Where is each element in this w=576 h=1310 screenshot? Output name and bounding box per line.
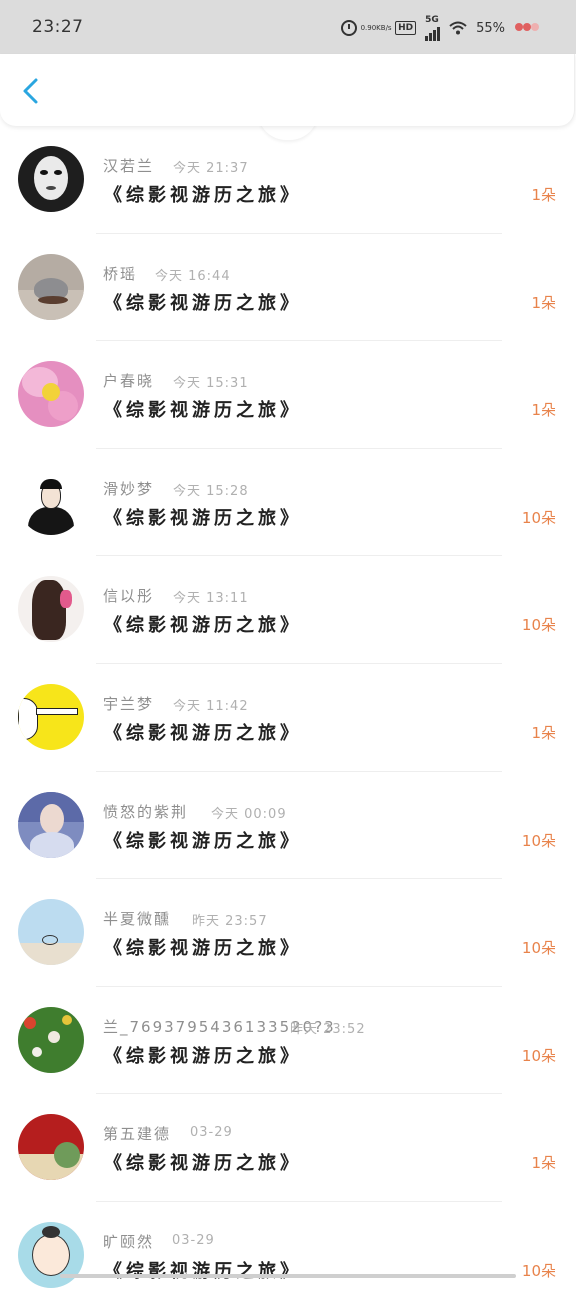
book-title[interactable]: 《综影视游历之旅》 xyxy=(104,396,302,422)
book-title[interactable]: 《综影视游历之旅》 xyxy=(104,1257,302,1283)
user-name: 旷颐然 xyxy=(103,1232,155,1251)
list-item[interactable]: 桥瑶 今天 16:44 《综影视游历之旅》 1朵 xyxy=(0,234,576,342)
avatar[interactable] xyxy=(18,468,84,535)
user-name: 户春晓 xyxy=(103,372,155,391)
item-time: 昨天 23:52 xyxy=(290,1021,366,1037)
item-time: 今天 13:11 xyxy=(173,591,249,607)
user-name: 桥瑶 xyxy=(103,264,138,283)
back-button[interactable] xyxy=(16,76,46,106)
avatar[interactable] xyxy=(18,683,84,750)
list-item[interactable]: 宇兰梦 今天 11:42 《综影视游历之旅》 1朵 xyxy=(0,664,576,772)
list-item[interactable]: 兰_7693795436133520?3 昨天 23:52 《综影视游历之旅》 … xyxy=(0,987,576,1095)
network-type: 5G xyxy=(425,14,439,25)
item-time: 今天 16:44 xyxy=(155,268,231,284)
book-title[interactable]: 《综影视游历之旅》 xyxy=(104,934,302,960)
signal-icon: 5G xyxy=(425,14,441,41)
alarm-icon xyxy=(341,20,358,36)
item-time: 昨天 23:57 xyxy=(192,914,268,930)
book-title[interactable]: 《综影视游历之旅》 xyxy=(104,1149,302,1175)
flower-count: 1朵 xyxy=(531,1154,556,1173)
battery-icon xyxy=(514,20,542,37)
user-name: 宇兰梦 xyxy=(103,694,155,713)
user-name: 滑妙梦 xyxy=(103,479,155,498)
book-title[interactable]: 《综影视游历之旅》 xyxy=(104,719,302,745)
net-speed-unit: KB/s xyxy=(376,24,392,32)
flower-count: 10朵 xyxy=(521,1261,556,1280)
wifi-icon xyxy=(449,21,467,35)
avatar[interactable] xyxy=(18,1114,84,1181)
top-nav xyxy=(0,54,575,126)
user-name: 愤怒的紫荆 xyxy=(103,802,189,821)
item-time: 03-29 xyxy=(172,1232,215,1248)
flower-count: 10朵 xyxy=(521,1046,556,1065)
list-item[interactable]: 信以彤 今天 13:11 《综影视游历之旅》 10朵 xyxy=(0,556,576,664)
item-time: 今天 21:37 xyxy=(173,161,249,176)
flower-count: 1朵 xyxy=(531,401,556,420)
avatar[interactable] xyxy=(18,146,84,212)
book-title[interactable]: 《综影视游历之旅》 xyxy=(104,181,302,207)
net-speed-value: 0.90 xyxy=(360,24,377,32)
list-item[interactable]: 滑妙梦 今天 15:28 《综影视游历之旅》 10朵 xyxy=(0,449,576,557)
avatar[interactable] xyxy=(18,1006,84,1073)
hd-icon: HD xyxy=(395,21,417,35)
net-speed: 0.90 KB/s xyxy=(361,24,392,32)
battery-percent: 55% xyxy=(476,20,505,36)
book-title[interactable]: 《综影视游历之旅》 xyxy=(104,289,302,315)
scroll-indicator xyxy=(60,1274,516,1278)
item-time: 今天 11:42 xyxy=(173,698,249,714)
book-title[interactable]: 《综影视游历之旅》 xyxy=(104,1042,302,1068)
reward-list: 汉若兰 今天 21:37 《综影视游历之旅》 1朵 桥瑶 今天 16:44 《综… xyxy=(0,126,576,1310)
status-bar: 23:27 0.90 KB/s HD 5G 55% xyxy=(0,0,576,54)
avatar[interactable] xyxy=(18,899,84,966)
book-title[interactable]: 《综影视游历之旅》 xyxy=(104,504,302,530)
status-time: 23:27 xyxy=(32,17,84,37)
list-item[interactable]: 第五建德 03-29 《综影视游历之旅》 1朵 xyxy=(0,1094,576,1202)
flower-count: 10朵 xyxy=(521,939,556,958)
list-item[interactable]: 半夏微醺 昨天 23:57 《综影视游历之旅》 10朵 xyxy=(0,879,576,987)
avatar[interactable] xyxy=(18,1221,84,1288)
item-time: 03-29 xyxy=(190,1125,233,1141)
list-item[interactable]: 汉若兰 今天 21:37 《综影视游历之旅》 1朵 xyxy=(0,126,576,234)
user-name: 第五建德 xyxy=(103,1125,172,1144)
flower-count: 10朵 xyxy=(521,831,556,850)
item-time: 今天 00:09 xyxy=(211,806,287,822)
avatar[interactable] xyxy=(18,791,84,858)
book-title[interactable]: 《综影视游历之旅》 xyxy=(104,827,302,853)
flower-count: 1朵 xyxy=(531,293,556,312)
flower-count: 1朵 xyxy=(531,186,556,204)
chevron-left-icon xyxy=(23,78,38,104)
item-time: 今天 15:31 xyxy=(173,376,249,392)
item-time: 今天 15:28 xyxy=(173,483,249,499)
status-icons: 0.90 KB/s HD 5G 55% xyxy=(341,14,542,42)
avatar[interactable] xyxy=(18,576,84,643)
flower-count: 1朵 xyxy=(531,723,556,742)
avatar[interactable] xyxy=(18,253,84,320)
user-name: 半夏微醺 xyxy=(103,910,172,929)
list-item[interactable]: 愤怒的紫荆 今天 00:09 《综影视游历之旅》 10朵 xyxy=(0,772,576,880)
user-name: 汉若兰 xyxy=(103,157,155,175)
flower-count: 10朵 xyxy=(521,508,556,527)
user-name: 信以彤 xyxy=(103,587,155,606)
avatar[interactable] xyxy=(18,361,84,428)
list-item[interactable]: 旷颐然 03-29 《综影视游历之旅》 10朵 xyxy=(0,1202,576,1310)
flower-count: 10朵 xyxy=(521,616,556,635)
list-item[interactable]: 户春晓 今天 15:31 《综影视游历之旅》 1朵 xyxy=(0,341,576,449)
book-title[interactable]: 《综影视游历之旅》 xyxy=(104,611,302,637)
